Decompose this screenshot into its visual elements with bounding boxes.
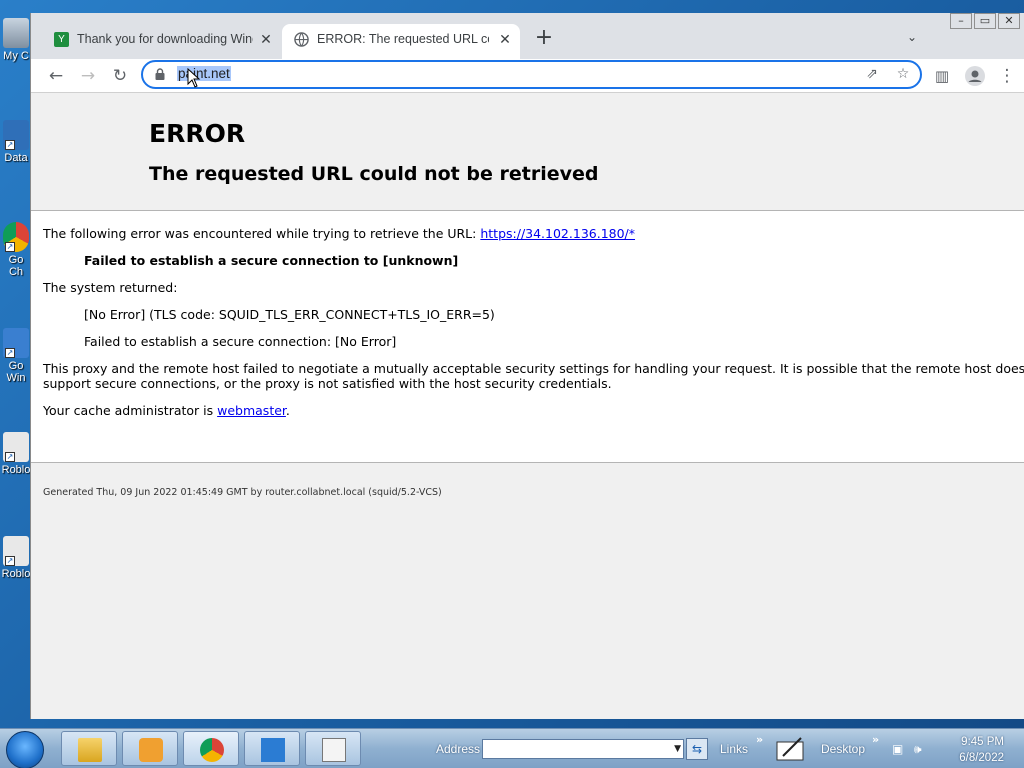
links-toolbar[interactable]: Links (720, 742, 748, 756)
close-tab-icon[interactable]: ✕ (496, 30, 514, 48)
desktop-toolbar[interactable]: Desktop (821, 742, 865, 756)
menu-kebab-icon[interactable]: ⋮ (994, 63, 1020, 89)
dropdown-arrow-icon[interactable]: ▼ (674, 744, 681, 754)
app-icon: ↗ (3, 328, 29, 358)
desktop-icon-chrome[interactable]: ↗ Go Ch (0, 222, 32, 278)
close-window-button[interactable]: ✕ (998, 13, 1020, 29)
browser-titlebar: – ▭ ✕ Y Thank you for downloading Wind ✕… (31, 13, 1024, 59)
mouse-cursor-icon (187, 68, 201, 88)
error-url-link[interactable]: https://34.102.136.180/* (480, 226, 635, 241)
system-returned-label: The system returned: (43, 280, 178, 295)
tab-search-chevron-icon[interactable]: ⌄ (903, 30, 921, 48)
page-subtitle: The requested URL could not be retrieved (149, 163, 599, 185)
shortcut-arrow-icon: ↗ (5, 556, 15, 566)
tls-code: [No Error] (TLS code: SQUID_TLS_ERR_CONN… (84, 307, 495, 322)
chrome-icon (200, 738, 224, 762)
proxy-explanation-cont: support secure connections, or the proxy… (43, 376, 612, 391)
reload-button[interactable]: ↻ (107, 63, 133, 89)
share-icon[interactable]: ⇗ (863, 66, 881, 84)
roblox-icon: ↗ (3, 432, 29, 462)
browser-toolbar: ← → ↻ paint.net ⇗ ☆ ▥ ⋮ (31, 59, 1024, 93)
desktop-chevron-icon[interactable]: » (872, 733, 879, 746)
bookmark-star-icon[interactable]: ☆ (894, 66, 912, 84)
minimize-button[interactable]: – (950, 13, 972, 29)
url-text[interactable]: paint.net (177, 66, 231, 81)
chrome-icon: ↗ (3, 222, 29, 252)
globe-icon (294, 32, 309, 47)
error-line-url: The following error was encountered whil… (43, 226, 635, 241)
taskbar-media-player[interactable] (122, 731, 178, 766)
taskbar-windows-store[interactable] (244, 731, 300, 766)
go-button[interactable]: ⇆ (686, 738, 708, 760)
profile-avatar-icon[interactable] (962, 63, 988, 89)
desktop-icon-roblox-2[interactable]: ↗ Roblo (0, 536, 32, 580)
clock-date: 6/8/2022 (959, 752, 1004, 764)
tab-download[interactable]: Y Thank you for downloading Wind ✕ (31, 24, 281, 59)
window-controls: – ▭ ✕ (950, 13, 1020, 29)
desktop-icon-label: Data (4, 152, 28, 164)
app-icon: ↗ (3, 120, 29, 150)
desktop-icon-label: Go (8, 360, 24, 372)
error-body: The following error was encountered whil… (31, 211, 1024, 463)
taskbar-explorer[interactable] (61, 731, 117, 766)
webmaster-link[interactable]: webmaster (217, 403, 286, 418)
address-toolbar-label: Address (436, 742, 481, 756)
pen-tablet-icon[interactable] (775, 734, 807, 764)
side-panel-icon[interactable]: ▥ (929, 63, 955, 89)
volume-icon[interactable]: 🕪 (914, 742, 928, 756)
links-chevron-icon[interactable]: » (756, 733, 763, 746)
shortcut-arrow-icon: ↗ (5, 140, 15, 150)
desktop-icon-my-computer[interactable]: My C (0, 18, 32, 62)
notepad-icon (322, 738, 346, 762)
desktop-icon-label: Go (8, 254, 24, 266)
page-title: ERROR (149, 119, 246, 148)
clock-time: 9:45 PM (961, 736, 1004, 748)
address-toolbar-input[interactable]: ▼ (482, 739, 684, 759)
proxy-explanation: This proxy and the remote host failed to… (43, 361, 1024, 376)
address-bar[interactable]: paint.net ⇗ ☆ (141, 60, 922, 89)
download-favicon: Y (54, 32, 69, 47)
desktop-icon-label: My C (3, 50, 29, 62)
tls-message: Failed to establish a secure connection:… (84, 334, 397, 349)
taskbar-notepad[interactable] (305, 731, 361, 766)
desktop-icon-label: Win (6, 372, 26, 384)
admin-text: Your cache administrator is (43, 403, 218, 418)
page-content: ERROR The requested URL could not be ret… (31, 93, 1024, 719)
back-button[interactable]: ← (43, 63, 69, 89)
tab-error[interactable]: ERROR: The requested URL could ✕ (282, 24, 520, 59)
desktop-icon-roblox-1[interactable]: ↗ Roblo (0, 432, 32, 476)
lock-icon (155, 68, 165, 80)
computer-icon (3, 18, 29, 48)
desktop-icon-label: Roblo (1, 568, 31, 580)
admin-line: Your cache administrator is webmaster. (43, 403, 290, 418)
shortcut-arrow-icon: ↗ (5, 242, 15, 252)
desktop-icon-label: Roblo (1, 464, 31, 476)
maximize-button[interactable]: ▭ (974, 13, 996, 29)
error-detail: Failed to establish a secure connection … (84, 253, 459, 268)
media-player-icon (139, 738, 163, 762)
shortcut-arrow-icon: ↗ (5, 452, 15, 462)
windows-logo-icon (261, 738, 285, 762)
folder-icon (78, 738, 102, 762)
shortcut-arrow-icon: ↗ (5, 348, 15, 358)
browser-window: – ▭ ✕ Y Thank you for downloading Wind ✕… (30, 13, 1024, 719)
tab-title: Thank you for downloading Wind (77, 32, 253, 46)
tab-title: ERROR: The requested URL could (317, 32, 489, 46)
roblox-icon: ↗ (3, 536, 29, 566)
desktop-icon-go-win[interactable]: ↗ Go Win (0, 328, 32, 384)
footer-generated: Generated Thu, 09 Jun 2022 01:45:49 GMT … (43, 487, 442, 498)
close-tab-icon[interactable]: ✕ (257, 30, 275, 48)
system-clock[interactable]: 9:45 PM 6/8/2022 (944, 734, 1004, 766)
error-header: ERROR The requested URL could not be ret… (31, 93, 1024, 211)
forward-button[interactable]: → (75, 63, 101, 89)
desktop-icon-data[interactable]: ↗ Data (0, 120, 32, 164)
taskbar: Address ▼ ⇆ Links » Desktop » ▣ 🕪 9:45 P… (0, 728, 1024, 768)
taskbar-chrome[interactable] (183, 731, 239, 766)
error-text: The following error was encountered whil… (43, 226, 481, 241)
desktop-icon-label: Ch (8, 266, 24, 278)
start-button[interactable] (6, 731, 44, 768)
new-tab-button[interactable]: + (532, 27, 556, 51)
network-icon[interactable]: ▣ (892, 742, 906, 756)
